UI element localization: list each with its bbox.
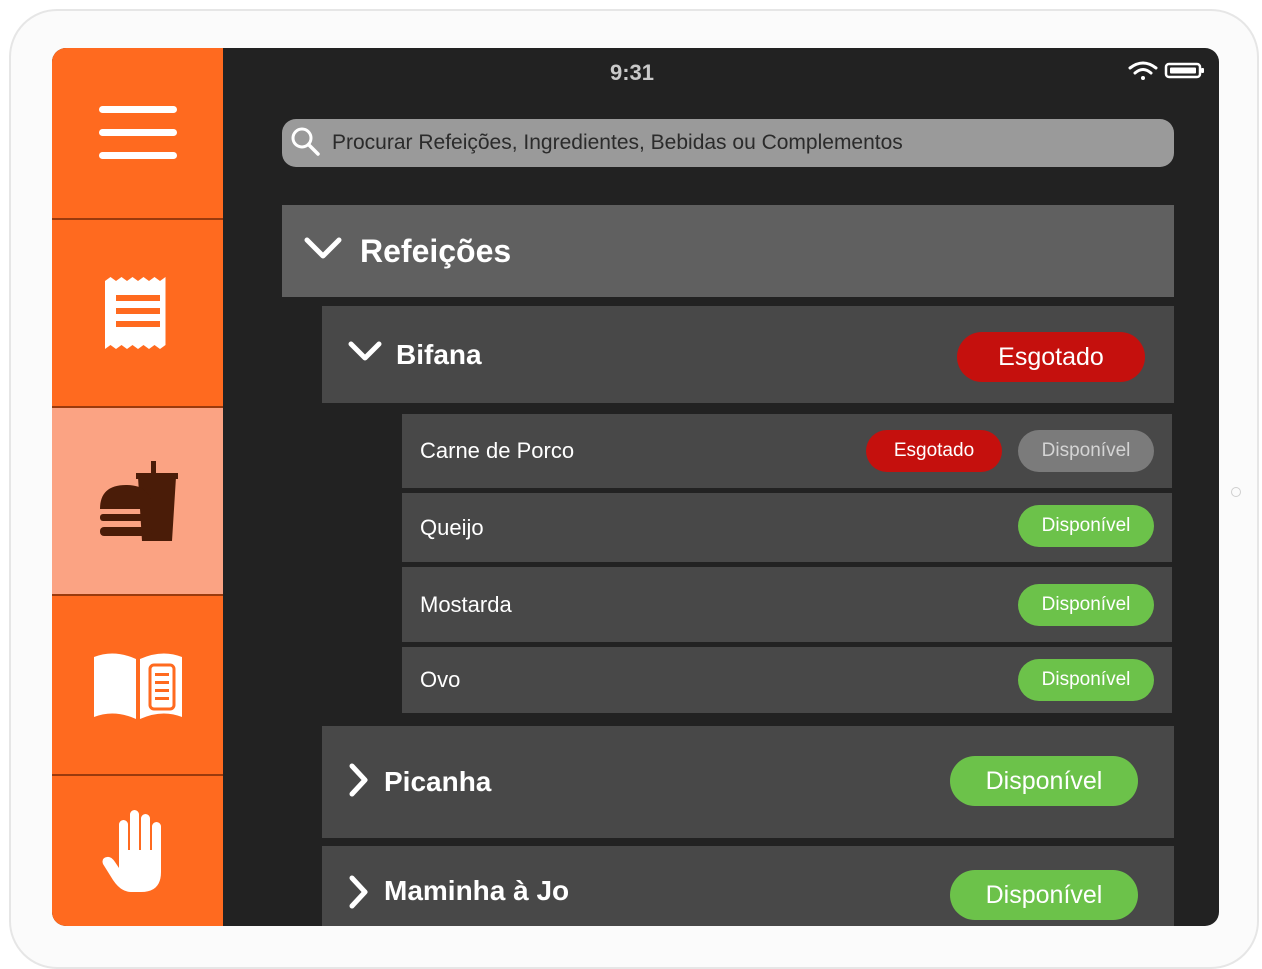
status-time: 9:31: [609, 60, 655, 85]
search-bar[interactable]: [282, 119, 1174, 167]
sidebar-item-food[interactable]: [52, 406, 223, 594]
hamburger-menu-icon: [98, 106, 177, 160]
burger-drink-icon: [98, 461, 178, 541]
app-screen: 9:31 Refeições: [52, 48, 1219, 926]
search-icon: [290, 126, 320, 161]
search-input[interactable]: [330, 130, 1154, 156]
chevron-down-icon: [304, 237, 342, 266]
ingredient-name: Ovo: [420, 667, 461, 692]
ingredient-name: Carne de Porco: [420, 438, 575, 463]
status-icons: [1128, 59, 1208, 90]
raised-hand-icon: [101, 810, 175, 892]
status-toggle-available[interactable]: Disponível: [1018, 505, 1154, 547]
status-toggle-available[interactable]: Disponível: [1018, 584, 1154, 626]
status-toggle-available[interactable]: Disponível: [1018, 430, 1154, 472]
battery-icon: [1164, 62, 1204, 79]
chevron-right-icon: [348, 763, 370, 802]
sidebar-item-menu-book[interactable]: [52, 594, 223, 774]
status-toggle-sold-out[interactable]: Esgotado: [957, 332, 1145, 382]
status-toggle-available[interactable]: Disponível: [1018, 659, 1154, 701]
sidebar-item-menu[interactable]: [52, 48, 223, 218]
chevron-down-icon: [348, 341, 382, 368]
ingredient-name: Mostarda: [420, 591, 512, 617]
chevron-right-icon: [348, 875, 370, 914]
status-toggle-available[interactable]: Disponível: [950, 870, 1138, 920]
sidebar-item-orders[interactable]: [52, 218, 223, 406]
category-header[interactable]: Refeições: [282, 205, 1174, 297]
home-button[interactable]: [1231, 487, 1241, 497]
sidebar-item-help[interactable]: [52, 774, 223, 926]
meal-name: Picanha: [384, 766, 492, 797]
wifi-icon: [1128, 61, 1158, 80]
category-title: Refeições: [360, 232, 512, 269]
meal-name: Maminha à Jo: [384, 875, 570, 906]
receipt-icon: [104, 277, 171, 349]
status-toggle-available[interactable]: Disponível: [950, 756, 1138, 806]
sidebar: [52, 48, 223, 926]
meal-name: Bifana: [396, 338, 482, 370]
open-book-icon: [92, 651, 184, 719]
status-toggle-sold-out[interactable]: Esgotado: [866, 430, 1002, 472]
ingredient-name: Queijo: [420, 514, 484, 540]
